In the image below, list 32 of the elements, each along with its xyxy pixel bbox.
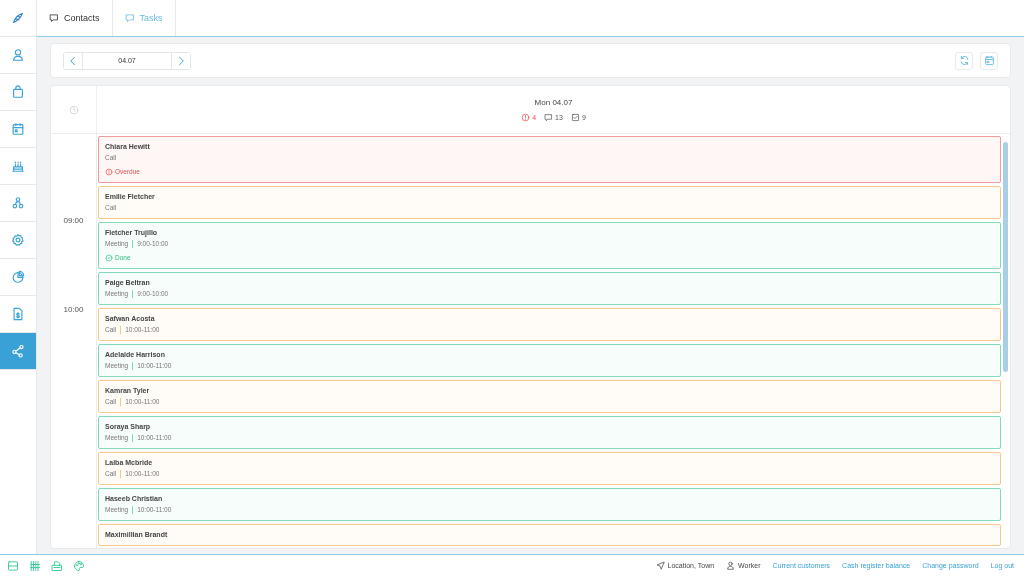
day-title: Mon 04.07: [534, 97, 573, 107]
speech-bubble-icon: [49, 13, 59, 23]
user-icon: [11, 48, 25, 62]
refresh-icon: [958, 55, 970, 66]
share-icon: [11, 344, 25, 358]
palette-icon: [73, 559, 85, 572]
sidebar-item[interactable]: [0, 333, 36, 370]
speech-bubble-icon: [124, 13, 135, 23]
feather-logo-icon: [11, 11, 25, 25]
settings-icon: [11, 233, 25, 247]
people-icon: [11, 196, 25, 210]
calendar-icon: [11, 122, 25, 136]
time-label: 09:00: [63, 216, 84, 226]
calendar-button[interactable]: [980, 51, 998, 70]
refresh-button[interactable]: [955, 51, 973, 70]
clock-icon: [68, 104, 79, 115]
user-icon: [726, 561, 736, 570]
bag-icon: [11, 85, 25, 99]
pie-chart-icon: [11, 270, 25, 284]
time-label: 10:00: [63, 305, 84, 315]
printer-icon: [51, 559, 63, 572]
check-circle-icon: [105, 254, 113, 262]
invoice-icon: [11, 307, 25, 321]
layout-rows-icon: [7, 559, 19, 572]
alert-icon: [521, 112, 531, 122]
barcode-grid-icon: [29, 559, 41, 572]
alert-icon: [105, 168, 113, 176]
location-arrow-icon: [655, 561, 665, 570]
checkbox-icon: [570, 112, 580, 122]
cake-icon: [11, 159, 25, 173]
comment-icon: [544, 112, 554, 122]
calendar-icon: [983, 55, 995, 66]
